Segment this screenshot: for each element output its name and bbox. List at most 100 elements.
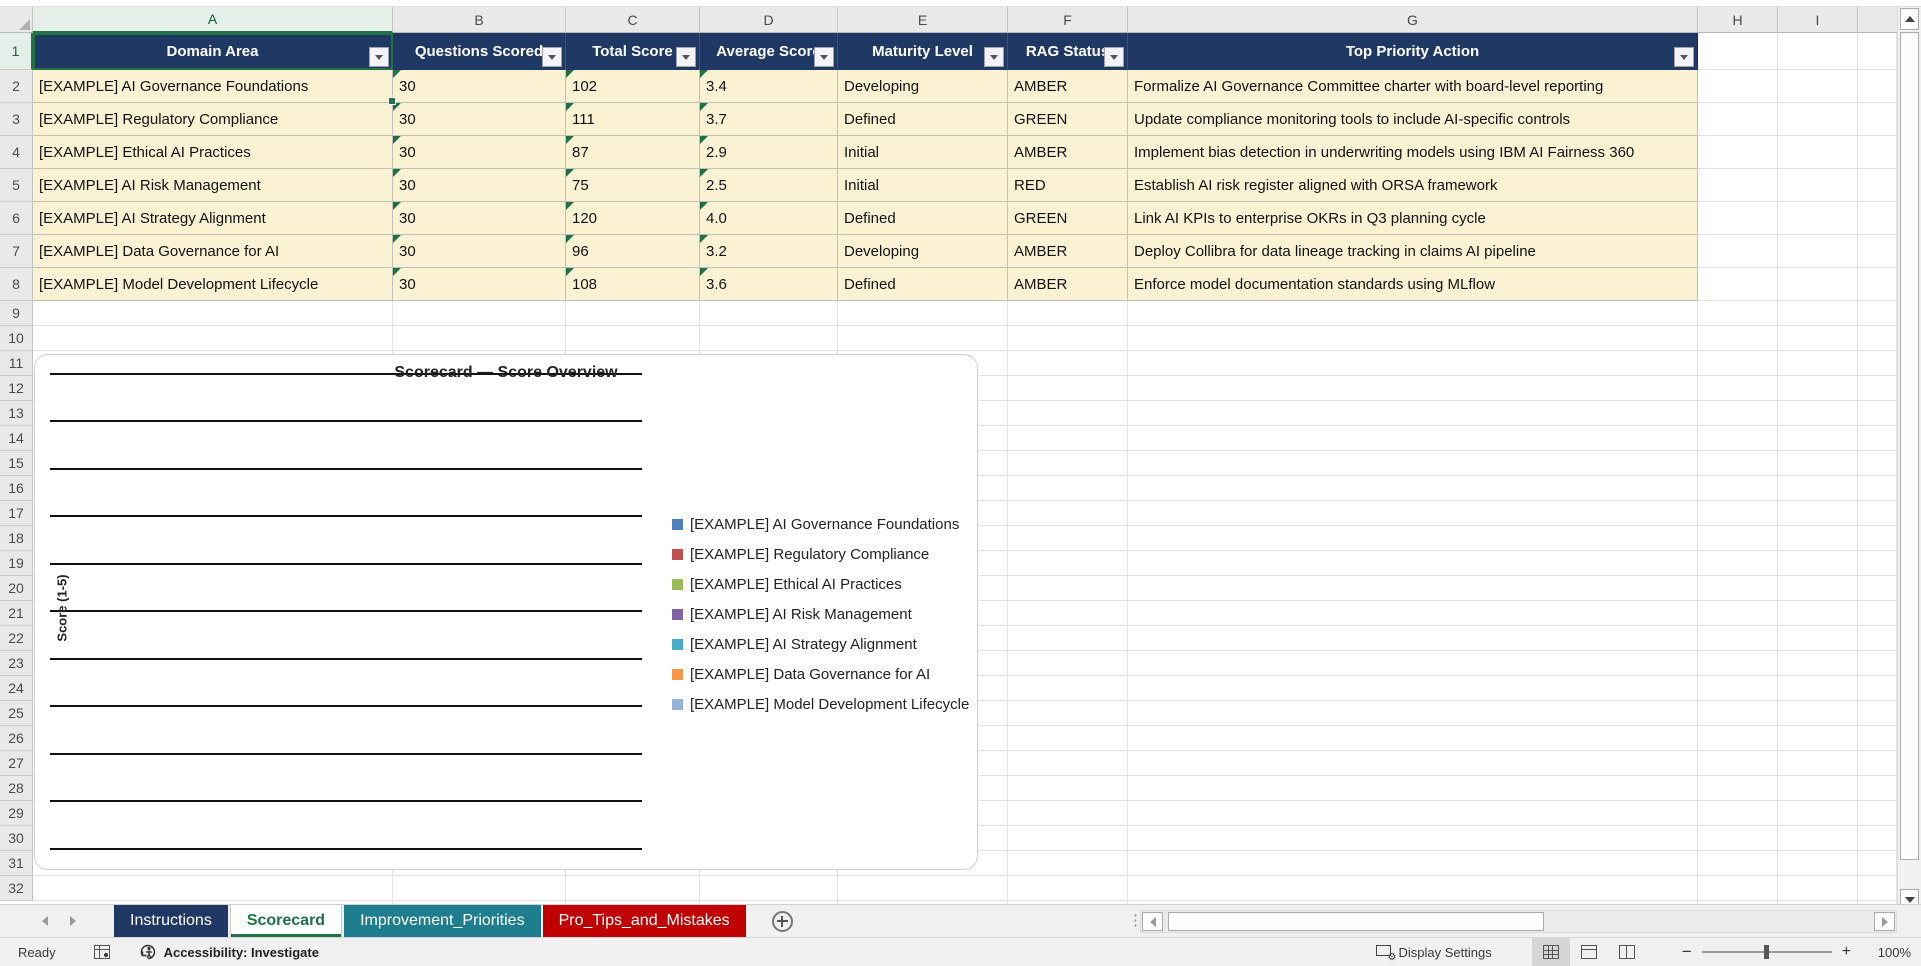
cell-rag[interactable]: AMBER bbox=[1008, 235, 1128, 268]
embedded-chart[interactable]: Scorecard — Score Overview Score (1-5) [… bbox=[34, 354, 978, 870]
page-layout-view-button[interactable] bbox=[1570, 938, 1608, 966]
horizontal-scrollbar-thumb[interactable] bbox=[1168, 912, 1544, 931]
cell-action[interactable]: Link AI KPIs to enterprise OKRs in Q3 pl… bbox=[1128, 202, 1698, 235]
filter-button-total-score[interactable] bbox=[676, 47, 696, 67]
column-header-partial[interactable] bbox=[1858, 7, 1897, 33]
cell-total[interactable]: 75 bbox=[566, 169, 700, 202]
legend-item[interactable]: [EXAMPLE] Ethical AI Practices bbox=[672, 569, 969, 599]
legend-item[interactable]: [EXAMPLE] AI Risk Management bbox=[672, 599, 969, 629]
row-header-7[interactable]: 7 bbox=[0, 235, 33, 268]
row-header-20[interactable]: 20 bbox=[0, 576, 33, 601]
row-header-10[interactable]: 10 bbox=[0, 326, 33, 351]
row-header-3[interactable]: 3 bbox=[0, 103, 33, 136]
cell-total[interactable]: 87 bbox=[566, 136, 700, 169]
column-header-b[interactable]: B bbox=[393, 7, 566, 33]
cell-partial-1[interactable] bbox=[1858, 33, 1897, 70]
empty-cell[interactable] bbox=[1698, 202, 1778, 235]
column-header-d[interactable]: D bbox=[700, 7, 838, 33]
select-all-button[interactable] bbox=[0, 7, 33, 33]
empty-cell[interactable] bbox=[1858, 70, 1897, 103]
cell-questions[interactable]: 30 bbox=[393, 268, 566, 301]
row-header-17[interactable]: 17 bbox=[0, 501, 33, 526]
cell-domain[interactable]: [EXAMPLE] Regulatory Compliance bbox=[33, 103, 393, 136]
zoom-out-button[interactable]: − bbox=[1682, 942, 1692, 962]
cell-action[interactable]: Enforce model documentation standards us… bbox=[1128, 268, 1698, 301]
cell-domain[interactable]: [EXAMPLE] AI Risk Management bbox=[33, 169, 393, 202]
empty-cell[interactable] bbox=[1698, 235, 1778, 268]
empty-cell[interactable] bbox=[1858, 268, 1897, 301]
empty-cell[interactable] bbox=[1858, 103, 1897, 136]
legend-item[interactable]: [EXAMPLE] AI Governance Foundations bbox=[672, 509, 969, 539]
cell-maturity[interactable]: Defined bbox=[838, 103, 1008, 136]
cell-g1-top-priority-action-header[interactable]: Top Priority Action bbox=[1128, 33, 1698, 70]
row-header-21[interactable]: 21 bbox=[0, 601, 33, 626]
legend-item[interactable]: [EXAMPLE] Data Governance for AI bbox=[672, 659, 969, 689]
empty-cell[interactable] bbox=[1778, 136, 1858, 169]
column-header-a[interactable]: A bbox=[33, 7, 393, 33]
cell-rag[interactable]: AMBER bbox=[1008, 268, 1128, 301]
row-header-8[interactable]: 8 bbox=[0, 268, 33, 301]
row-header-30[interactable]: 30 bbox=[0, 826, 33, 851]
cell-action[interactable]: Deploy Collibra for data lineage trackin… bbox=[1128, 235, 1698, 268]
empty-cell[interactable] bbox=[1778, 235, 1858, 268]
cell-action[interactable]: Formalize AI Governance Committee charte… bbox=[1128, 70, 1698, 103]
row-header-13[interactable]: 13 bbox=[0, 401, 33, 426]
cell-total[interactable]: 120 bbox=[566, 202, 700, 235]
legend-item[interactable]: [EXAMPLE] Model Development Lifecycle bbox=[672, 689, 969, 719]
cell-maturity[interactable]: Developing bbox=[838, 235, 1008, 268]
cell-b1-questions-scored-header[interactable]: Questions Scored bbox=[393, 33, 566, 70]
filter-button-top-priority-action[interactable] bbox=[1674, 47, 1694, 67]
row-header-32[interactable]: 32 bbox=[0, 876, 33, 901]
row-header-18[interactable]: 18 bbox=[0, 526, 33, 551]
empty-cell[interactable] bbox=[1778, 169, 1858, 202]
column-header-g[interactable]: G bbox=[1128, 7, 1698, 33]
cell-domain[interactable]: [EXAMPLE] Model Development Lifecycle bbox=[33, 268, 393, 301]
row-header-12[interactable]: 12 bbox=[0, 376, 33, 401]
cell-d1-average-score-header[interactable]: Average Score bbox=[700, 33, 838, 70]
cell-rag[interactable]: GREEN bbox=[1008, 202, 1128, 235]
vertical-scrollbar[interactable] bbox=[1897, 7, 1921, 912]
filter-button-rag-status[interactable] bbox=[1104, 47, 1124, 67]
cell-rag[interactable]: GREEN bbox=[1008, 103, 1128, 136]
cell-rag[interactable]: AMBER bbox=[1008, 136, 1128, 169]
cell-questions[interactable]: 30 bbox=[393, 70, 566, 103]
cell-action[interactable]: Establish AI risk register aligned with … bbox=[1128, 169, 1698, 202]
zoom-in-button[interactable]: + bbox=[1842, 943, 1851, 961]
cell-questions[interactable]: 30 bbox=[393, 235, 566, 268]
row-header-26[interactable]: 26 bbox=[0, 726, 33, 751]
row-header-25[interactable]: 25 bbox=[0, 701, 33, 726]
cell-a1-domain-area-header[interactable]: Domain Area bbox=[33, 33, 393, 70]
empty-cell[interactable] bbox=[1698, 268, 1778, 301]
legend-item[interactable]: [EXAMPLE] Regulatory Compliance bbox=[672, 539, 969, 569]
scroll-left-button[interactable] bbox=[1142, 912, 1163, 931]
cell-total[interactable]: 96 bbox=[566, 235, 700, 268]
cell-e1-maturity-level-header[interactable]: Maturity Level bbox=[838, 33, 1008, 70]
cell-average[interactable]: 3.4 bbox=[700, 70, 838, 103]
cell-total[interactable]: 108 bbox=[566, 268, 700, 301]
cell-action[interactable]: Implement bias detection in underwriting… bbox=[1128, 136, 1698, 169]
cell-domain[interactable]: [EXAMPLE] Data Governance for AI bbox=[33, 235, 393, 268]
empty-cell[interactable] bbox=[1858, 169, 1897, 202]
row-header-9[interactable]: 9 bbox=[0, 301, 33, 326]
horizontal-scrollbar[interactable] bbox=[1140, 910, 1897, 933]
cell-questions[interactable]: 30 bbox=[393, 202, 566, 235]
sheet-tab-improvement-priorities[interactable]: Improvement_Priorities bbox=[344, 905, 541, 937]
cell-action[interactable]: Update compliance monitoring tools to in… bbox=[1128, 103, 1698, 136]
cell-average[interactable]: 2.9 bbox=[700, 136, 838, 169]
row-header-22[interactable]: 22 bbox=[0, 626, 33, 651]
display-settings-button[interactable]: ⚙ Display Settings bbox=[1376, 945, 1492, 960]
filter-button-maturity-level[interactable] bbox=[984, 47, 1004, 67]
empty-cell[interactable] bbox=[1698, 136, 1778, 169]
cell-h1[interactable] bbox=[1698, 33, 1778, 70]
accessibility-status[interactable]: Accessibility: Investigate bbox=[138, 942, 319, 962]
row-header-16[interactable]: 16 bbox=[0, 476, 33, 501]
sheet-tab-instructions[interactable]: Instructions bbox=[114, 905, 228, 937]
row-header-5[interactable]: 5 bbox=[0, 169, 33, 202]
selection-fill-handle[interactable] bbox=[388, 97, 396, 105]
cell-rag[interactable]: AMBER bbox=[1008, 70, 1128, 103]
next-sheet-button[interactable] bbox=[62, 910, 84, 932]
column-header-f[interactable]: F bbox=[1008, 7, 1128, 33]
sheet-tab-scorecard[interactable]: Scorecard bbox=[230, 905, 342, 937]
vertical-scrollbar-thumb[interactable] bbox=[1900, 32, 1919, 860]
cell-total[interactable]: 102 bbox=[566, 70, 700, 103]
